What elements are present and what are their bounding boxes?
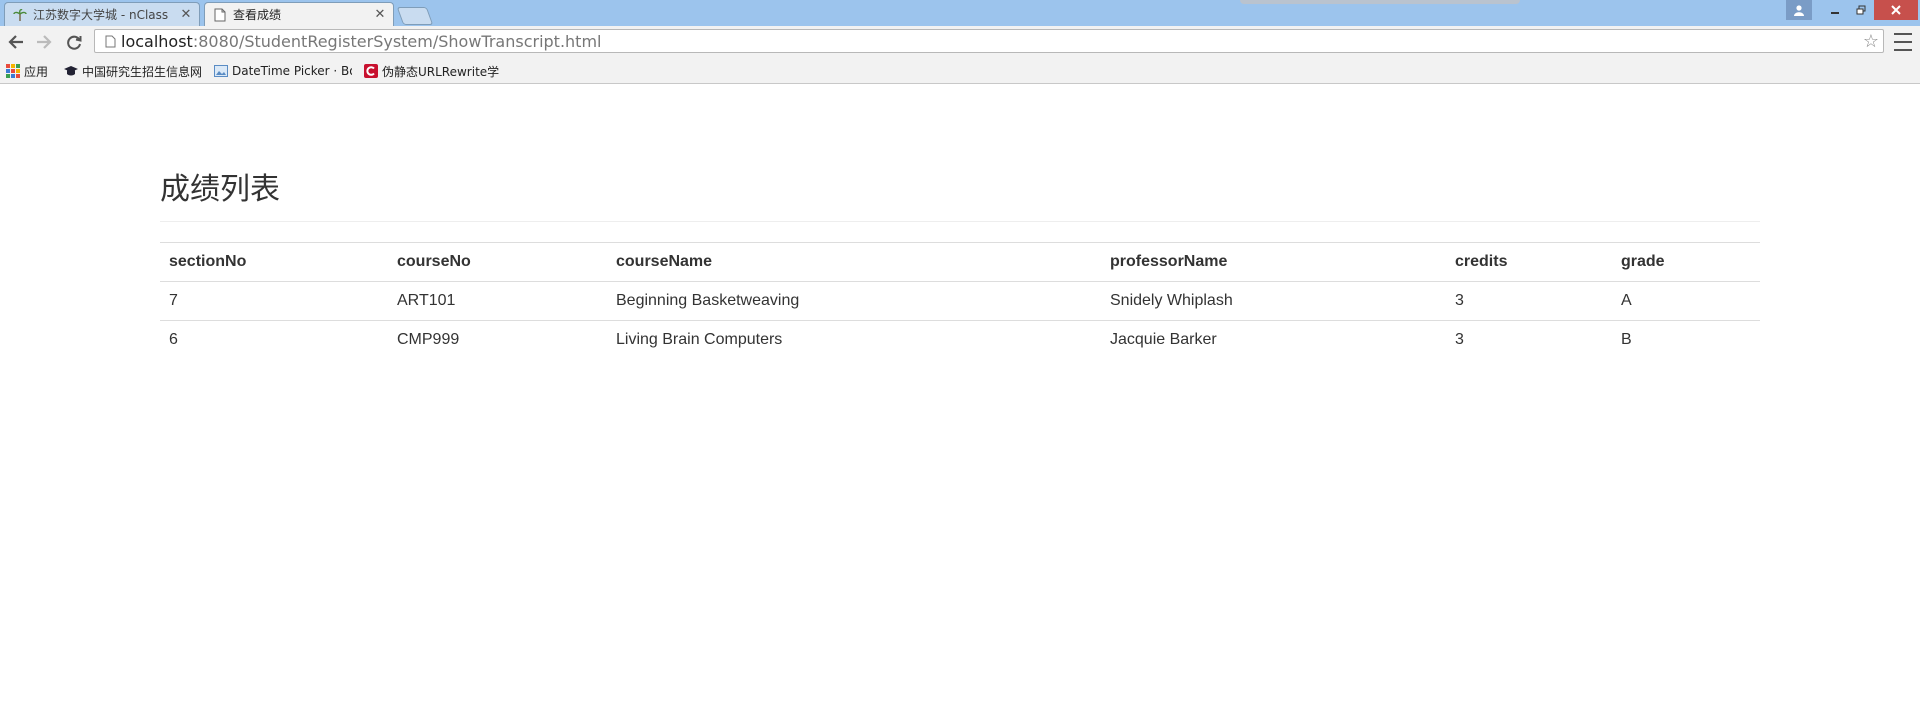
image-icon <box>214 64 228 78</box>
cell-credits: 3 <box>1455 292 1464 309</box>
bookmarks-bar: 应用 中国研究生招生信息网 DateTime Picker · Bo 伪静态UR… <box>0 58 1920 84</box>
close-icon[interactable]: ✕ <box>179 7 193 22</box>
bookmark-datetime-picker[interactable]: DateTime Picker · Bo <box>214 62 352 80</box>
url-host: localhost <box>121 31 193 51</box>
cell-professorname: Jacquie Barker <box>1101 320 1446 360</box>
window-close-button[interactable] <box>1874 0 1918 20</box>
url-path: :8080/StudentRegisterSystem/ShowTranscri… <box>192 31 602 51</box>
restore-button[interactable] <box>1848 0 1874 20</box>
cell-sectionno: 7 <box>169 292 178 309</box>
column-header-professorname: professorName <box>1101 242 1446 282</box>
menu-icon[interactable] <box>1894 33 1912 51</box>
cell-grade: A <box>1621 292 1632 309</box>
transcript-table: sectionNo courseNo courseName professorN… <box>160 242 1760 360</box>
bookmark-label: DateTime Picker · Bo <box>232 64 352 78</box>
bookmark-star-icon[interactable]: ☆ <box>1863 31 1879 52</box>
tab-nclass[interactable]: 江苏数字大学城 - nClass ✕ <box>4 2 200 26</box>
table-row: 7 ART101 Beginning Basketweaving Snidely… <box>160 282 1760 321</box>
new-tab-button[interactable] <box>396 7 434 25</box>
cell-coursename: Beginning Basketweaving <box>616 292 800 309</box>
bookmark-urlrewrite[interactable]: 伪静态URLRewrite学 <box>364 62 500 80</box>
cell-grade: B <box>1612 320 1760 360</box>
bookmark-label: 伪静态URLRewrite学 <box>382 64 500 79</box>
cell-courseno: ART101 <box>397 292 456 309</box>
cell-credits: 3 <box>1446 320 1612 360</box>
tab-show-transcript[interactable]: 查看成绩 ✕ <box>204 2 394 26</box>
cell-professorname: Snidely Whiplash <box>1110 292 1233 309</box>
palm-tree-icon <box>13 8 27 22</box>
page-title: 成绩列表 <box>160 172 280 207</box>
bookmark-apps[interactable]: 应用 <box>6 62 56 80</box>
graduation-cap-icon <box>64 64 78 78</box>
cell-courseno: CMP999 <box>388 320 607 360</box>
column-header-courseno: courseNo <box>388 242 607 282</box>
browser-toolbar: localhost:8080/StudentRegisterSystem/Sho… <box>0 26 1920 58</box>
bookmark-label: 应用 <box>24 64 49 79</box>
minimize-button[interactable] <box>1822 0 1848 20</box>
column-header-sectionno: sectionNo <box>160 242 388 282</box>
table-header-row: sectionNo courseNo courseName professorN… <box>160 242 1760 282</box>
close-icon[interactable]: ✕ <box>373 7 387 22</box>
bookmark-label: 中国研究生招生信息网 <box>82 64 203 79</box>
tab-strip: 江苏数字大学城 - nClass ✕ 查看成绩 ✕ <box>0 0 1920 26</box>
divider <box>160 221 1760 222</box>
user-profile-icon[interactable] <box>1786 0 1812 20</box>
page-icon <box>213 8 227 22</box>
apps-grid-icon <box>6 64 20 78</box>
column-header-coursename: courseName <box>607 242 1101 282</box>
address-bar[interactable]: localhost:8080/StudentRegisterSystem/Sho… <box>94 29 1884 53</box>
bookmark-yz-chsi[interactable]: 中国研究生招生信息网 <box>64 62 204 80</box>
tab-title: 江苏数字大学城 - nClass <box>33 8 169 22</box>
column-header-grade: grade <box>1612 242 1760 282</box>
red-c-icon <box>364 64 378 78</box>
column-header-credits: credits <box>1446 242 1612 282</box>
page-icon <box>99 35 121 48</box>
cell-sectionno: 6 <box>160 320 388 360</box>
table-row: 6 CMP999 Living Brain Computers Jacquie … <box>160 320 1760 360</box>
forward-arrow-icon[interactable] <box>32 31 56 53</box>
back-arrow-icon[interactable] <box>4 31 28 53</box>
notification-bar <box>1240 0 1520 4</box>
reload-icon[interactable] <box>62 31 86 53</box>
tab-title: 查看成绩 <box>233 8 282 22</box>
cell-coursename: Living Brain Computers <box>607 320 1101 360</box>
